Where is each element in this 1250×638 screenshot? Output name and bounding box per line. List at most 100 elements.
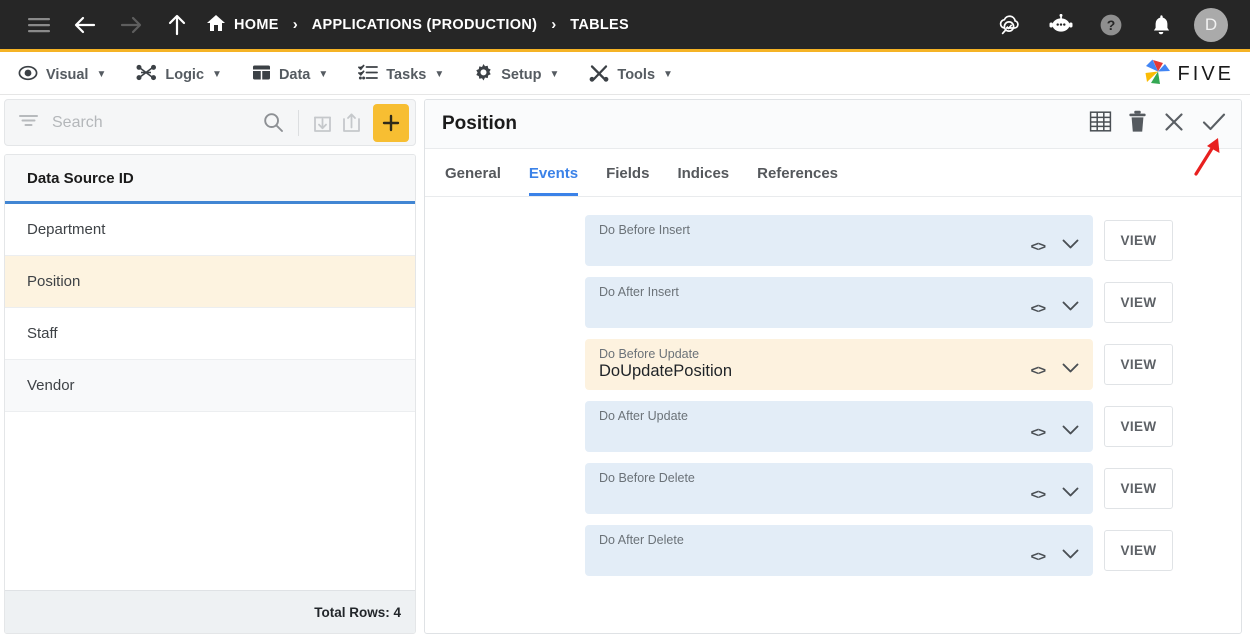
menu-item-tools[interactable]: Tools ▼ [589, 64, 673, 86]
menu-bar: Visual ▼ Logic ▼ Data ▼ Tasks ▼ Setup ▼ … [0, 55, 1250, 95]
event-row: Do Before Insert <> VIEW [425, 215, 1241, 266]
checklist-icon [358, 64, 379, 85]
menu-item-tasks[interactable]: Tasks ▼ [358, 64, 444, 85]
tab-events[interactable]: Events [528, 165, 579, 196]
breadcrumb-separator-1: › [292, 16, 298, 33]
close-icon[interactable] [1163, 111, 1185, 138]
top-navigation-bar: HOME › APPLICATIONS (PRODUCTION) › TABLE… [0, 0, 1250, 52]
up-arrow-icon[interactable] [160, 8, 194, 42]
notifications-bell-icon[interactable] [1144, 8, 1178, 42]
chat-bot-icon[interactable] [1044, 8, 1078, 42]
list-item[interactable]: Vendor [5, 360, 415, 412]
hamburger-icon[interactable] [22, 8, 56, 42]
forward-arrow-icon[interactable] [114, 8, 148, 42]
add-button[interactable] [372, 103, 410, 142]
breadcrumb-item-applications[interactable]: APPLICATIONS (PRODUCTION) [312, 17, 538, 33]
table-grid-icon [252, 64, 271, 85]
event-row: Do Before Delete <> VIEW [425, 463, 1241, 514]
event-field[interactable]: Do After Update <> [585, 401, 1093, 452]
gear-icon [474, 63, 493, 86]
eye-icon [18, 65, 38, 85]
application-window: HOME › APPLICATIONS (PRODUCTION) › TABLE… [0, 0, 1250, 638]
code-icon[interactable]: <> [1031, 548, 1046, 564]
list-column-header[interactable]: Data Source ID [5, 155, 415, 204]
sidebar-panel: Data Source ID Department Position Staff… [4, 99, 416, 634]
help-icon[interactable]: ? [1094, 8, 1128, 42]
search-toolbar [4, 99, 416, 146]
view-button[interactable]: VIEW [1104, 220, 1173, 261]
event-field-icons: <> [1031, 299, 1079, 317]
view-button[interactable]: VIEW [1104, 344, 1173, 385]
chevron-down-icon[interactable] [1062, 547, 1079, 565]
cloud-search-icon[interactable] [994, 8, 1028, 42]
code-icon[interactable]: <> [1031, 362, 1046, 378]
view-button[interactable]: VIEW [1104, 406, 1173, 447]
code-icon[interactable]: <> [1031, 424, 1046, 440]
list-item[interactable]: Staff [5, 308, 415, 360]
tools-icon [589, 64, 609, 86]
view-button[interactable]: VIEW [1104, 468, 1173, 509]
event-field[interactable]: Do After Delete <> [585, 525, 1093, 576]
five-pinwheel-icon [1143, 58, 1173, 91]
event-field-icons: <> [1031, 423, 1079, 441]
toolbar-divider [297, 109, 299, 136]
tab-general[interactable]: General [445, 165, 501, 196]
event-field[interactable]: Do Before Insert <> [585, 215, 1093, 266]
chevron-down-icon[interactable] [1062, 361, 1079, 379]
list-item[interactable]: Position [5, 256, 415, 308]
import-icon[interactable] [307, 106, 337, 140]
chevron-down-icon[interactable] [1062, 299, 1079, 317]
event-field[interactable]: Do Before Update DoUpdatePosition <> [585, 339, 1093, 390]
chevron-down-icon[interactable] [1062, 237, 1079, 255]
avatar[interactable]: D [1194, 7, 1228, 42]
chevron-down-icon: ▼ [96, 69, 107, 80]
list-item-label: Vendor [27, 377, 75, 394]
event-label: Do After Insert [599, 285, 679, 299]
list-item[interactable]: Department [5, 204, 415, 256]
menu-item-visual[interactable]: Visual ▼ [18, 65, 106, 85]
svg-text:?: ? [1107, 17, 1116, 33]
breadcrumb-item-home[interactable]: HOME [206, 14, 279, 36]
chevron-down-icon: ▼ [318, 69, 329, 80]
search-icon[interactable] [259, 106, 289, 140]
breadcrumb-item-tables[interactable]: TABLES [570, 17, 629, 33]
tab-indices[interactable]: Indices [677, 165, 729, 196]
total-rows-footer: Total Rows: 4 [5, 590, 415, 633]
filter-icon[interactable] [19, 113, 38, 133]
breadcrumb-label-tables: TABLES [570, 16, 629, 33]
event-label: Do Before Update [599, 347, 700, 361]
code-icon[interactable]: <> [1031, 486, 1046, 502]
menu-item-setup[interactable]: Setup ▼ [474, 63, 559, 86]
save-check-icon[interactable] [1201, 111, 1227, 138]
delete-icon[interactable] [1128, 110, 1147, 138]
menu-item-data[interactable]: Data ▼ [252, 64, 328, 85]
panel-header: Position [425, 100, 1241, 149]
detail-panel: Position General Events Fields Indices R… [424, 99, 1242, 634]
view-button[interactable]: VIEW [1104, 530, 1173, 571]
event-row: Do After Update <> VIEW [425, 401, 1241, 452]
event-field-icons: <> [1031, 361, 1079, 379]
event-field-icons: <> [1031, 485, 1079, 503]
back-arrow-icon[interactable] [68, 8, 102, 42]
event-field[interactable]: Do After Insert <> [585, 277, 1093, 328]
event-label: Do After Delete [599, 533, 684, 547]
menu-label-tasks: Tasks [386, 66, 427, 83]
menu-item-logic[interactable]: Logic ▼ [136, 64, 222, 85]
code-icon[interactable]: <> [1031, 300, 1046, 316]
view-button[interactable]: VIEW [1104, 282, 1173, 323]
tab-fields[interactable]: Fields [606, 165, 649, 196]
chevron-down-icon[interactable] [1062, 423, 1079, 441]
event-field-icons: <> [1031, 237, 1079, 255]
menu-label-visual: Visual [46, 66, 89, 83]
menu-label-tools: Tools [617, 66, 656, 83]
chevron-down-icon[interactable] [1062, 485, 1079, 503]
list-item-label: Position [27, 273, 81, 290]
home-icon [206, 14, 226, 36]
event-field[interactable]: Do Before Delete <> [585, 463, 1093, 514]
tab-references[interactable]: References [757, 165, 838, 196]
export-icon[interactable] [337, 106, 367, 140]
search-input[interactable] [52, 113, 259, 132]
table-grid-icon[interactable] [1089, 110, 1112, 138]
code-icon[interactable]: <> [1031, 238, 1046, 254]
nodes-icon [136, 64, 157, 85]
